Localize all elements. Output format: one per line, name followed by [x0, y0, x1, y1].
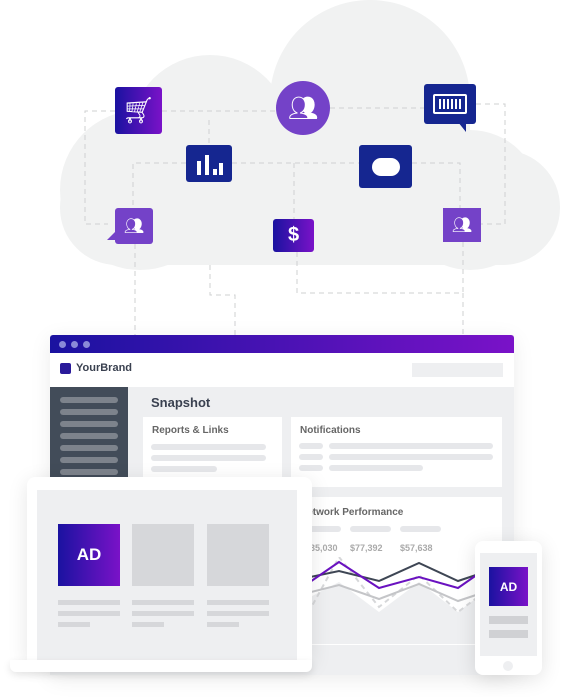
barcode-icon	[424, 84, 476, 124]
dollar-icon: $	[273, 219, 314, 252]
sidebar-item[interactable]	[60, 469, 118, 475]
browser-titlebar	[50, 335, 514, 353]
chat-icon	[359, 145, 412, 188]
network-performance-card: Network Performance $135,030 $77,392 $57…	[291, 497, 502, 645]
barcode-tail	[458, 122, 466, 132]
notifications-card: Notifications	[291, 417, 502, 487]
people-icon: 👥︎	[443, 208, 481, 242]
ad-placeholder	[132, 524, 194, 586]
group-icon: 👥︎	[276, 81, 330, 135]
home-button[interactable]	[503, 661, 513, 671]
phone: AD	[475, 541, 542, 675]
brand-name[interactable]: YourBrand	[76, 362, 132, 374]
window-dot[interactable]	[71, 341, 78, 348]
card-title: Reports & Links	[152, 425, 229, 436]
sidebar-item[interactable]	[60, 409, 118, 415]
sidebar-item[interactable]	[60, 433, 118, 439]
card-title: Network Performance	[300, 507, 404, 518]
laptop-screen: AD	[37, 490, 297, 660]
sidebar-item[interactable]	[60, 457, 118, 463]
people-tail	[107, 232, 115, 240]
window-dot[interactable]	[83, 341, 90, 348]
stat-value: $57,638	[400, 543, 433, 553]
sidebar-item[interactable]	[60, 421, 118, 427]
laptop: AD	[27, 477, 312, 662]
sidebar-item[interactable]	[60, 445, 118, 451]
people-icon: 👥︎	[115, 208, 153, 244]
laptop-base	[10, 660, 312, 672]
window-dot[interactable]	[59, 341, 66, 348]
ad-placeholder	[207, 524, 269, 586]
card-title: Notifications	[300, 425, 361, 436]
ad-banner[interactable]: AD	[489, 567, 528, 606]
page-title: Snapshot	[151, 395, 211, 410]
phone-screen: AD	[480, 553, 537, 656]
sidebar	[50, 387, 128, 487]
brand-logo-icon	[60, 363, 71, 374]
chart-area	[291, 582, 491, 644]
network-line-chart	[291, 557, 492, 645]
brand-header: YourBrand	[50, 353, 514, 387]
series-dark	[291, 561, 492, 583]
bar-chart-icon	[186, 145, 232, 182]
ad-banner[interactable]: AD	[58, 524, 120, 586]
sidebar-item[interactable]	[60, 397, 118, 403]
search-input[interactable]	[412, 363, 503, 377]
stat-value: $77,392	[350, 543, 383, 553]
cart-icon: 🛒︎	[115, 87, 162, 134]
